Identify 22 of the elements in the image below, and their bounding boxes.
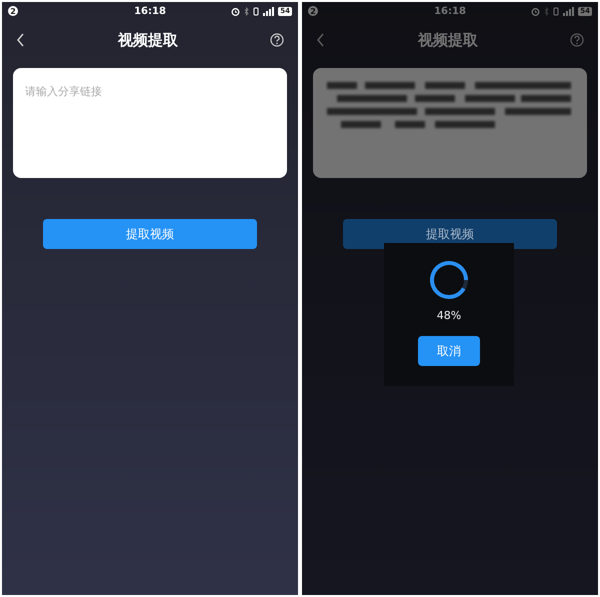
notification-badge: 2 — [308, 6, 318, 16]
alarm-icon — [231, 6, 240, 16]
bluetooth-icon — [544, 6, 550, 16]
vibrate-icon — [553, 6, 560, 16]
signal-icon — [563, 6, 574, 16]
page-title: 视频提取 — [416, 30, 479, 50]
spinner-icon — [428, 259, 470, 301]
page-title: 视频提取 — [116, 30, 179, 50]
notification-badge: 2 — [8, 6, 18, 16]
signal-icon — [263, 6, 274, 16]
alarm-icon — [531, 6, 540, 16]
vibrate-icon — [253, 6, 260, 16]
progress-percent: 48% — [436, 309, 462, 322]
back-icon[interactable] — [16, 33, 26, 47]
cancel-button[interactable]: 取消 — [418, 336, 480, 366]
link-field[interactable] — [313, 68, 587, 178]
help-icon[interactable] — [270, 33, 284, 47]
bluetooth-icon — [244, 6, 250, 16]
link-field[interactable]: 请输入分享链接 — [13, 68, 287, 178]
extract-button[interactable]: 提取视频 — [43, 219, 257, 249]
status-time: 16:18 — [134, 6, 166, 16]
status-time: 16:18 — [434, 6, 466, 16]
